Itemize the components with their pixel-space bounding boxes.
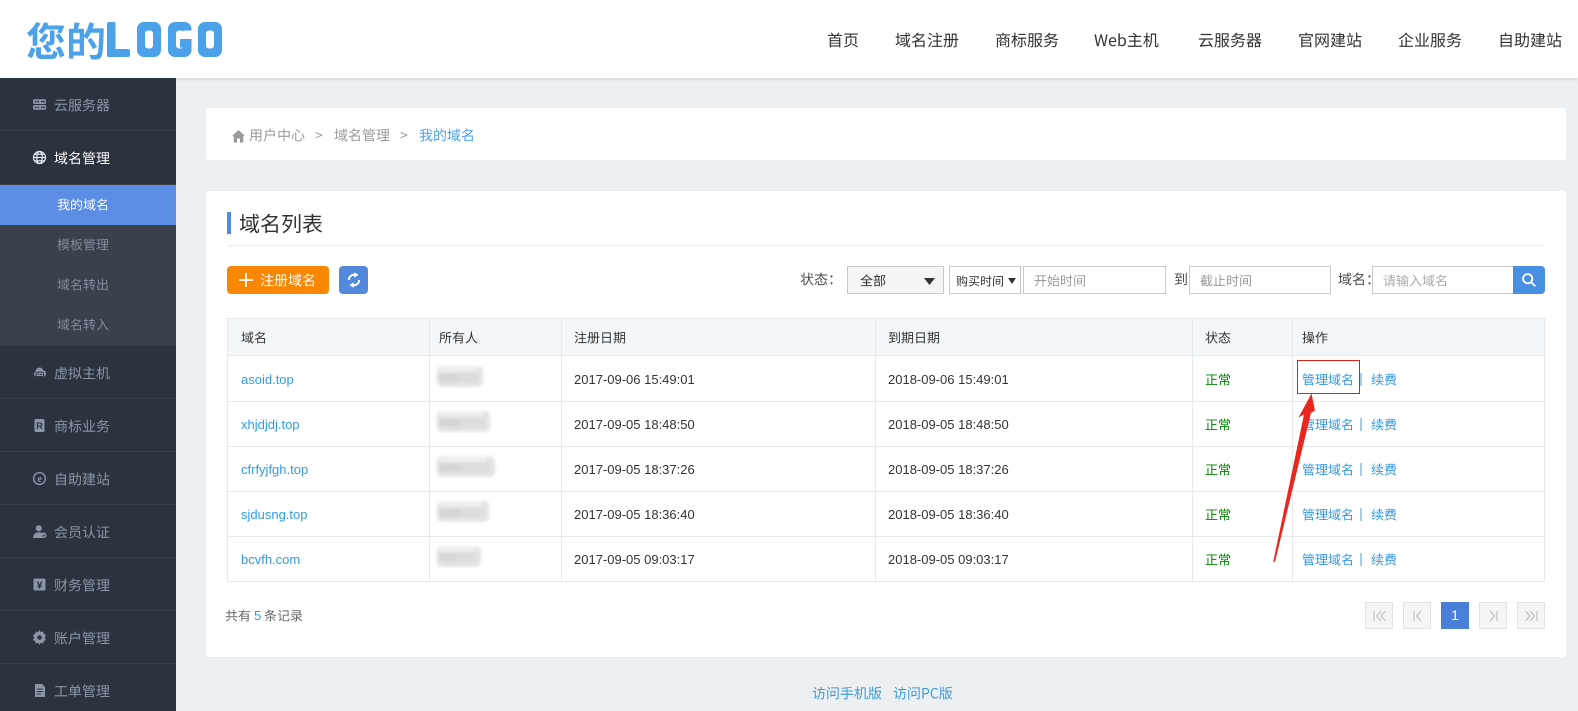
svg-text:R: R bbox=[36, 421, 43, 431]
svg-text:¥: ¥ bbox=[37, 579, 43, 591]
svg-text:e: e bbox=[37, 474, 42, 485]
